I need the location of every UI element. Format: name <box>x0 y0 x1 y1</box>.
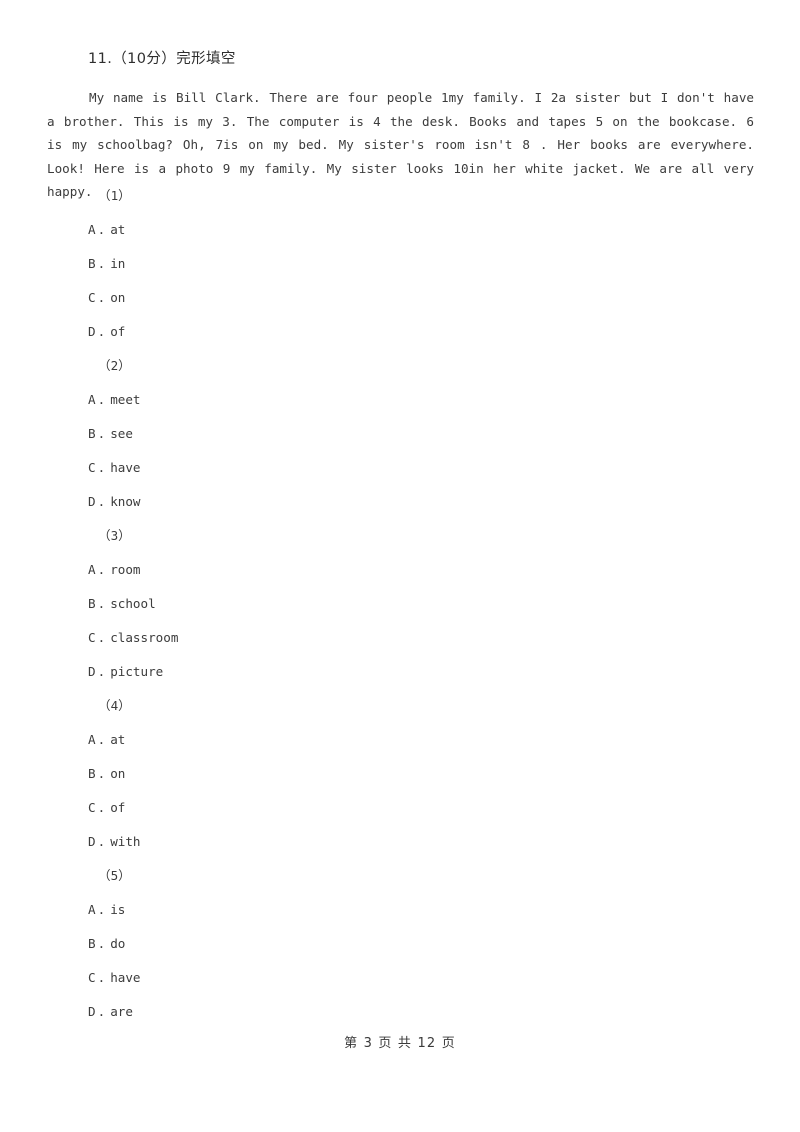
option-text: at <box>110 222 126 237</box>
question-heading: 11.（10分）完形填空 <box>88 51 236 67</box>
question-number: （2） <box>98 358 131 373</box>
option-separator: . <box>97 222 106 237</box>
option-row[interactable]: D. with <box>88 825 800 859</box>
option-letter: A <box>88 222 96 237</box>
option-text: in <box>110 256 126 271</box>
option-text: are <box>110 1004 133 1019</box>
option-separator: . <box>97 800 106 815</box>
option-separator: . <box>97 460 106 475</box>
option-separator: . <box>97 732 106 747</box>
option-letter: D <box>88 834 96 849</box>
option-text: classroom <box>110 630 179 645</box>
option-separator: . <box>97 290 106 305</box>
question-block: （4） A. at B. on C. of D. with <box>0 689 800 859</box>
question-number: （3） <box>98 528 131 543</box>
option-row[interactable]: B. school <box>88 587 800 621</box>
option-separator: . <box>97 426 106 441</box>
question-block: （5） A. is B. do C. have D. are <box>0 859 800 1029</box>
option-letter: C <box>88 800 96 815</box>
option-letter: B <box>88 596 96 611</box>
option-letter: D <box>88 1004 96 1019</box>
option-separator: . <box>97 902 106 917</box>
option-letter: A <box>88 392 96 407</box>
option-row[interactable]: C. have <box>88 451 800 485</box>
option-letter: A <box>88 562 96 577</box>
option-text: know <box>110 494 141 509</box>
option-text: is <box>110 902 126 917</box>
option-separator: . <box>97 324 106 339</box>
option-separator: . <box>97 664 106 679</box>
option-row[interactable]: D. picture <box>88 655 800 689</box>
option-separator: . <box>97 494 106 509</box>
question-block: （3） A. room B. school C. classroom D. picture <box>0 519 800 689</box>
option-letter: D <box>88 664 96 679</box>
option-letter: A <box>88 902 96 917</box>
option-separator: . <box>97 936 106 951</box>
option-row[interactable]: C. classroom <box>88 621 800 655</box>
option-separator: . <box>97 392 106 407</box>
option-separator: . <box>97 256 106 271</box>
option-letter: B <box>88 256 96 271</box>
question-number: （5） <box>98 868 131 883</box>
option-separator: . <box>97 596 106 611</box>
option-text: school <box>110 596 156 611</box>
question-number: （4） <box>98 698 131 713</box>
option-letter: A <box>88 732 96 747</box>
option-text: see <box>110 426 133 441</box>
option-text: on <box>110 766 126 781</box>
option-letter: C <box>88 630 96 645</box>
option-row[interactable]: A. at <box>88 213 800 247</box>
option-letter: C <box>88 970 96 985</box>
option-text: do <box>110 936 126 951</box>
option-text: room <box>110 562 141 577</box>
option-text: picture <box>110 664 164 679</box>
option-row[interactable]: C. have <box>88 961 800 995</box>
document-page: 11.（10分）完形填空 My name is Bill Clark. Ther… <box>0 0 800 1132</box>
option-row[interactable]: B. do <box>88 927 800 961</box>
option-row[interactable]: D. of <box>88 315 800 349</box>
option-letter: D <box>88 494 96 509</box>
page-footer: 第 3 页 共 12 页 <box>344 1036 456 1051</box>
option-separator: . <box>97 1004 106 1019</box>
option-text: meet <box>110 392 141 407</box>
option-row[interactable]: C. on <box>88 281 800 315</box>
option-row[interactable]: C. of <box>88 791 800 825</box>
option-letter: B <box>88 426 96 441</box>
question-list: （1） A. at B. in C. on D. of （2） A. meet B. see C. have D… <box>0 179 800 1029</box>
option-row[interactable]: B. in <box>88 247 800 281</box>
option-letter: B <box>88 766 96 781</box>
option-row[interactable]: A. meet <box>88 383 800 417</box>
option-row[interactable]: A. at <box>88 723 800 757</box>
option-separator: . <box>97 562 106 577</box>
option-letter: C <box>88 460 96 475</box>
option-letter: B <box>88 936 96 951</box>
option-text: at <box>110 732 126 747</box>
question-block: （2） A. meet B. see C. have D. know <box>0 349 800 519</box>
option-text: of <box>110 324 126 339</box>
option-text: on <box>110 290 126 305</box>
option-separator: . <box>97 766 106 781</box>
option-row[interactable]: D. are <box>88 995 800 1029</box>
option-text: have <box>110 460 141 475</box>
option-separator: . <box>97 630 106 645</box>
option-letter: D <box>88 324 96 339</box>
option-text: of <box>110 800 126 815</box>
question-block: （1） A. at B. in C. on D. of <box>0 179 800 349</box>
option-text: have <box>110 970 141 985</box>
option-row[interactable]: D. know <box>88 485 800 519</box>
option-letter: C <box>88 290 96 305</box>
option-row[interactable]: B. see <box>88 417 800 451</box>
option-separator: . <box>97 834 106 849</box>
option-row[interactable]: B. on <box>88 757 800 791</box>
option-text: with <box>110 834 141 849</box>
option-separator: . <box>97 970 106 985</box>
option-row[interactable]: A. is <box>88 893 800 927</box>
question-number: （1） <box>98 188 131 203</box>
option-row[interactable]: A. room <box>88 553 800 587</box>
